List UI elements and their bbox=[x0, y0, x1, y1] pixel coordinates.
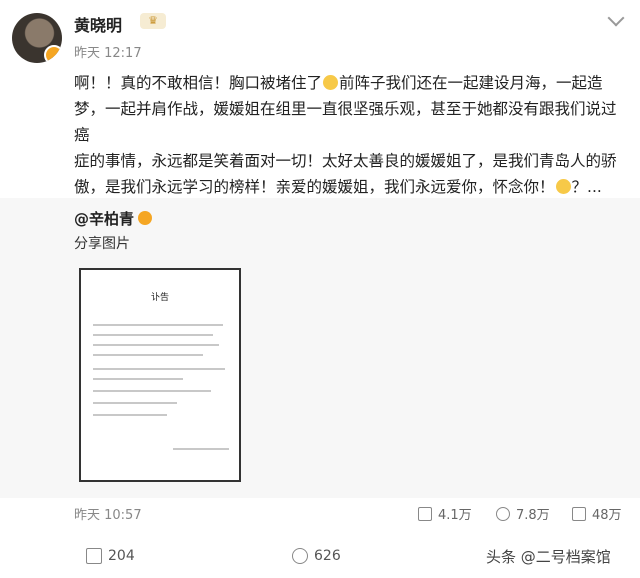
repost-count: 204 bbox=[108, 548, 135, 564]
content-line-6: ？... bbox=[571, 178, 602, 196]
comment-icon bbox=[496, 506, 510, 521]
text-line bbox=[93, 334, 213, 336]
crying-emoji-icon bbox=[323, 75, 339, 90]
quoted-username[interactable]: @辛柏青 bbox=[74, 208, 153, 229]
repost-icon bbox=[86, 548, 102, 564]
quoted-time: 昨天 10:57 bbox=[74, 508, 142, 523]
username[interactable]: 黄晓明 bbox=[74, 12, 122, 36]
text-line bbox=[93, 368, 225, 370]
content-line-3: 梦，一起并肩作战，媛媛姐在组里一直很坚强乐观，甚至于她都没有跟我们说过癌 bbox=[74, 100, 617, 144]
repost-icon bbox=[418, 506, 432, 521]
comment-stat[interactable]: 7.8万 bbox=[496, 504, 550, 523]
obituary-title: 讣告 bbox=[150, 293, 169, 303]
quoted-post[interactable]: @辛柏青 分享图片 讣告 昨天 10:57 4.1万 7.8万 48万 bbox=[0, 198, 640, 523]
text-line bbox=[93, 378, 183, 380]
content-line-2: 前阵子我们还在一起建设月海，一起造 bbox=[339, 74, 603, 92]
like-icon bbox=[572, 506, 586, 521]
quoted-text: 分享图片 bbox=[74, 236, 130, 252]
vip-crown-icon: ♛ bbox=[140, 13, 166, 29]
comment-button[interactable]: 626 bbox=[292, 548, 341, 564]
content-line-4: 症的事情，永远都是笑着面对一切！太好太善良的媛媛姐了，是我们青岛人的骄 bbox=[74, 152, 617, 170]
watermark: 头条 @二号档案馆 bbox=[486, 548, 611, 566]
verified-badge-icon bbox=[138, 211, 153, 225]
text-line bbox=[93, 354, 203, 356]
content-line-5: 傲，是我们永远学习的榜样！亲爱的媛媛姐，我们永远爱你，怀念你！ bbox=[74, 178, 555, 196]
comment-count: 626 bbox=[314, 548, 341, 564]
comment-icon bbox=[292, 548, 308, 564]
verified-badge-icon bbox=[44, 45, 62, 63]
like-count: 48万 bbox=[592, 508, 622, 523]
text-line bbox=[93, 390, 211, 392]
post-time: 昨天 12:17 bbox=[74, 46, 142, 61]
text-line bbox=[93, 402, 177, 404]
chevron-down-icon[interactable] bbox=[607, 9, 625, 27]
avatar[interactable] bbox=[12, 13, 62, 63]
text-line bbox=[93, 414, 167, 416]
vip-crown-label: ♛ bbox=[148, 14, 158, 27]
repost-stat[interactable]: 4.1万 bbox=[418, 504, 472, 523]
quoted-username-text[interactable]: @辛柏青 bbox=[74, 210, 134, 228]
pray-emoji-icon bbox=[555, 179, 571, 194]
obituary-image[interactable]: 讣告 bbox=[79, 268, 241, 482]
text-line bbox=[93, 324, 223, 326]
text-line bbox=[173, 448, 229, 450]
comment-count: 7.8万 bbox=[516, 508, 550, 523]
text-line bbox=[93, 344, 219, 346]
repost-button[interactable]: 204 bbox=[86, 548, 135, 564]
repost-count: 4.1万 bbox=[438, 508, 472, 523]
content-line-1: 啊！！真的不敢相信！胸口被堵住了 bbox=[74, 74, 323, 92]
like-stat[interactable]: 48万 bbox=[572, 504, 622, 523]
